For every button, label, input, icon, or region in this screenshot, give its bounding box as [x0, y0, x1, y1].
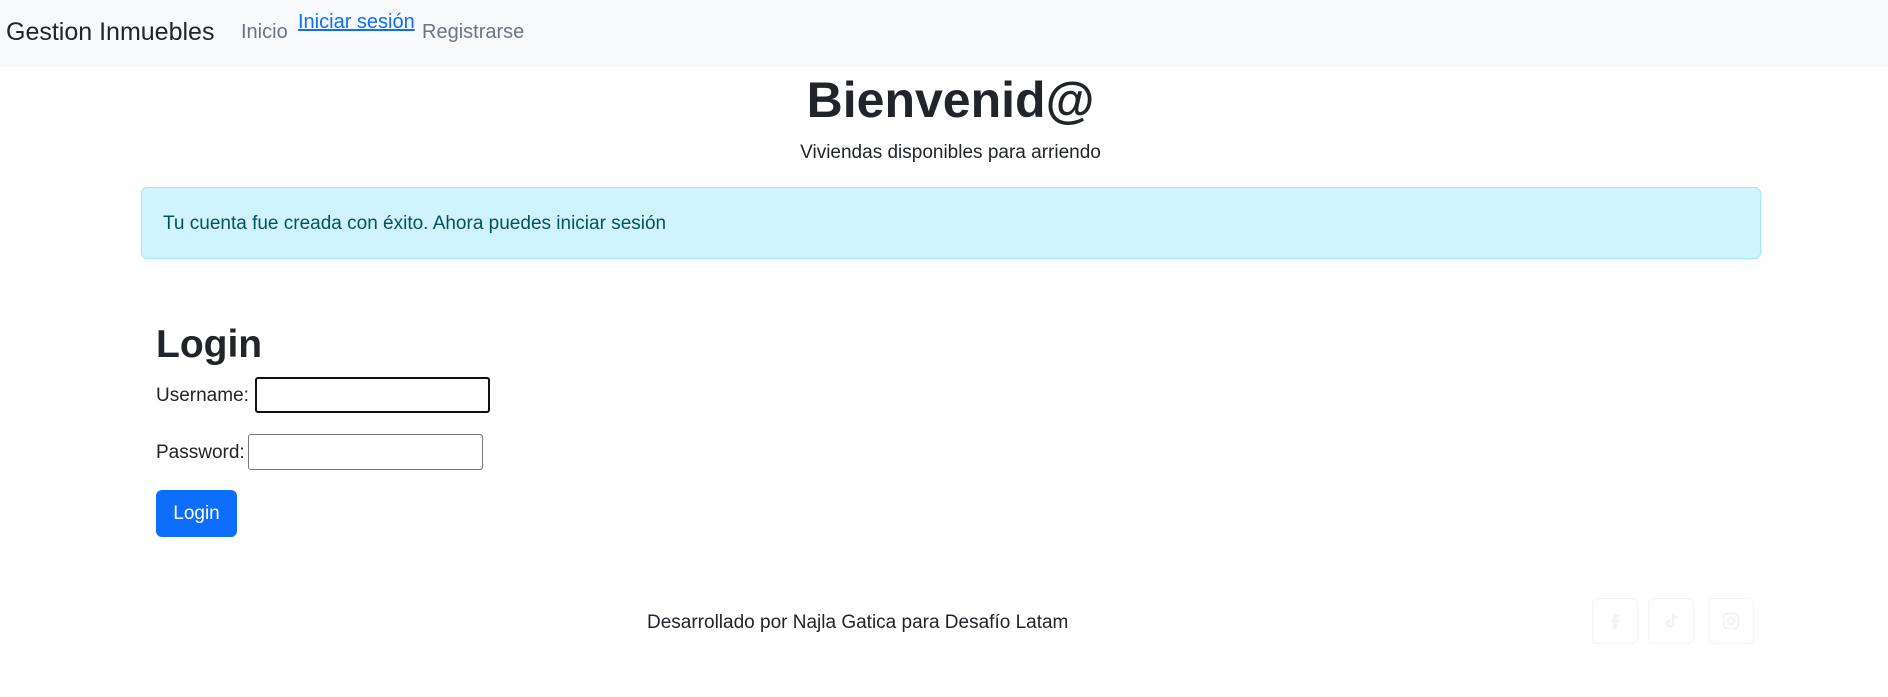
password-label: Password:: [156, 442, 245, 463]
username-input[interactable]: [255, 377, 490, 413]
login-button[interactable]: Login: [156, 490, 237, 537]
alert-message: Tu cuenta fue creada con éxito. Ahora pu…: [163, 213, 667, 234]
footer-credit: Desarrollado por Najla Gatica para Desaf…: [647, 612, 1069, 633]
success-alert: Tu cuenta fue creada con éxito. Ahora pu…: [141, 187, 1761, 259]
nav-link-registrarse[interactable]: Registrarse: [422, 21, 524, 44]
tiktok-link[interactable]: [1648, 598, 1694, 644]
navbar: Gestion Inmuebles Inicio Iniciar sesión …: [0, 0, 1888, 67]
facebook-link[interactable]: [1592, 598, 1638, 644]
instagram-icon: [1722, 612, 1740, 630]
instagram-link[interactable]: [1708, 598, 1754, 644]
tiktok-icon: [1666, 613, 1678, 628]
nav-link-iniciar-sesion[interactable]: Iniciar sesión: [298, 11, 415, 34]
page-subtitle: Viviendas disponibles para arriendo: [800, 142, 1101, 163]
brand-link[interactable]: Gestion Inmuebles: [6, 18, 214, 47]
nav-link-inicio[interactable]: Inicio: [241, 21, 288, 44]
facebook-icon: [1611, 614, 1620, 630]
username-label: Username:: [156, 385, 249, 406]
page-title: Bienvenid@: [806, 72, 1095, 128]
login-heading: Login: [156, 323, 263, 366]
password-input[interactable]: [248, 434, 483, 470]
